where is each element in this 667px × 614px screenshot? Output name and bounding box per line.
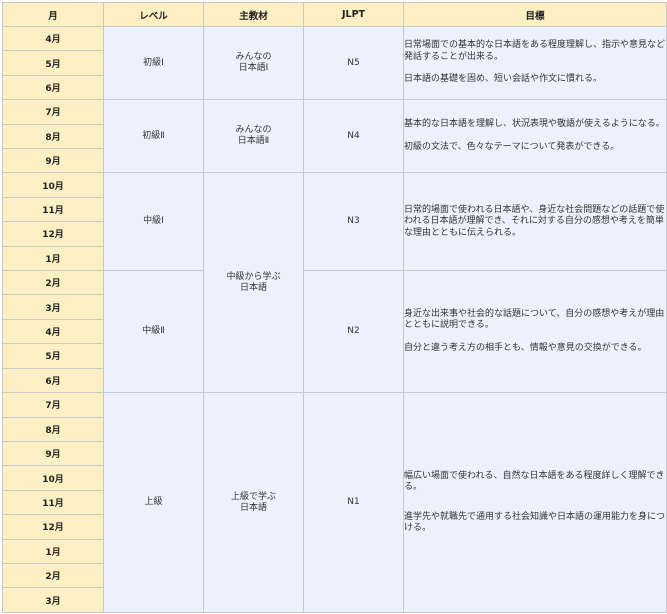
month-cell: 6月 [2, 74, 104, 101]
table-row: 10月 中級Ⅰ 中級から学ぶ 日本語 N3 日常的場面で使われる日本語や、身近な… [2, 172, 667, 394]
goal-text: 自分と違う考え方の相手とも、情報や意見の交換ができる。 [404, 342, 647, 353]
level-cell: 中級Ⅰ [103, 172, 204, 272]
level-cell: 上級 [103, 392, 204, 613]
table-row: 2月 中級Ⅱ N2 身近な出来事や社会的な話題について、自分の感想や考えが理由と… [2, 270, 667, 394]
month-cell: 4月 [2, 318, 104, 345]
header-row: 月 レベル 主教材 JLPT 目標 [2, 2, 667, 27]
month-cell: 12月 [2, 221, 104, 247]
month-cell: 1月 [2, 245, 104, 272]
header-jlpt: JLPT [303, 2, 404, 27]
header-textbook: 主教材 [203, 2, 304, 27]
goal-text: 基本的な日本語を理解し、状況表現や敬語が使えるようになる。 [404, 119, 665, 130]
jlpt-cell: N2 [303, 270, 404, 394]
month-cell: 7月 [2, 392, 104, 418]
goal-text: 幅広い場面で使われる、自然な日本語をある程度詳しく理解できる。 [404, 470, 665, 493]
level-cell: 初級Ⅱ [103, 99, 204, 174]
jlpt-cell: N1 [303, 392, 404, 613]
month-cell: 5月 [2, 343, 104, 369]
month-cell: 11月 [2, 196, 104, 223]
goal-cell: 日常場面での基本的な日本語をある程度理解し、指示や意見など発話することが出来る。… [403, 25, 667, 101]
table-row: 7月 初級Ⅱ みんなの 日本語Ⅱ N4 基本的な日本語を理解し、状況表現や敬語が… [2, 99, 667, 174]
month-cell: 9月 [2, 440, 104, 467]
jlpt-cell: N5 [303, 25, 404, 101]
month-cell: 6月 [2, 367, 104, 394]
month-cell: 11月 [2, 489, 104, 516]
textbook-cell: 中級から学ぶ 日本語 [203, 172, 304, 394]
month-cell: 2月 [2, 562, 104, 589]
month-cell: 12月 [2, 514, 104, 540]
goal-cell: 幅広い場面で使われる、自然な日本語をある程度詳しく理解できる。 進学先や就職先で… [403, 392, 667, 613]
goal-text: 初級の文法で、色々なテーマについて発表ができる。 [404, 141, 620, 152]
month-cell: 2月 [2, 270, 104, 296]
header-goal: 目標 [403, 2, 667, 27]
textbook-cell: みんなの 日本語Ⅱ [203, 99, 304, 174]
goal-cell: 日常的場面で使われる日本語や、身近な社会問題などの話題で使われる日本語が理解でき… [403, 172, 667, 272]
table-row: 7月 上級 上級で学ぶ 日本語 N1 幅広い場面で使われる、自然な日本語をある程… [2, 392, 667, 613]
textbook-cell: 上級で学ぶ 日本語 [203, 392, 304, 613]
goal-text: 日常場面での基本的な日本語をある程度理解し、指示や意見など発話することが出来る。 [404, 40, 666, 62]
jlpt-cell: N4 [303, 99, 404, 174]
goal-text: 日本語の基礎を固め、短い会話や作文に慣れる。 [404, 74, 603, 85]
month-cell: 8月 [2, 416, 104, 442]
month-cell: 3月 [2, 294, 104, 320]
goal-cell: 身近な出来事や社会的な話題について、自分の感想や考えが理由とともに説明できる。 … [403, 270, 667, 394]
header-level: レベル [103, 2, 204, 27]
month-cell: 5月 [2, 50, 104, 76]
curriculum-table: 月 レベル 主教材 JLPT 目標 4月 初級Ⅰ みんなの 日本語Ⅰ N5 日常… [2, 2, 667, 613]
goal-text: 日常的場面で使われる日本語や、身近な社会問題などの話題で使われる日本語が理解でき… [404, 204, 665, 238]
textbook-cell: みんなの 日本語Ⅰ [203, 25, 304, 101]
goal-text: 進学先や就職先で通用する社会知識や日本語の運用能力を身につける。 [404, 511, 666, 534]
month-cell: 10月 [2, 172, 104, 198]
table-row: 4月 初級Ⅰ みんなの 日本語Ⅰ N5 日常場面での基本的な日本語をある程度理解… [2, 25, 667, 101]
month-cell: 9月 [2, 148, 104, 174]
month-cell: 8月 [2, 123, 104, 150]
month-cell: 3月 [2, 587, 104, 613]
goal-text: 身近な出来事や社会的な話題について、自分の感想や考えが理由とともに説明できる。 [404, 308, 665, 331]
month-cell: 1月 [2, 538, 104, 564]
level-cell: 中級Ⅱ [103, 270, 204, 394]
jlpt-cell: N3 [303, 172, 404, 272]
month-cell: 10月 [2, 465, 104, 491]
month-cell: 4月 [2, 25, 104, 52]
goal-cell: 基本的な日本語を理解し、状況表現や敬語が使えるようになる。 初級の文法で、色々な… [403, 99, 667, 174]
month-cell: 7月 [2, 99, 104, 125]
header-month: 月 [2, 2, 104, 27]
level-cell: 初級Ⅰ [103, 25, 204, 101]
